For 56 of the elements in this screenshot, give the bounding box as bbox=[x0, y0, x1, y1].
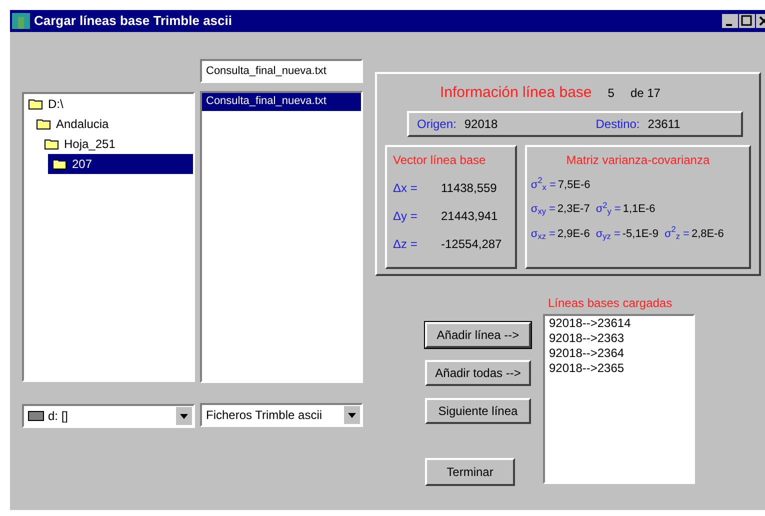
origin-label: Origen: bbox=[417, 116, 456, 132]
folder-icon bbox=[36, 118, 52, 130]
line-index: 5 bbox=[608, 85, 614, 102]
sigma-symbol: σ$^{2}$$_{z}$ = bbox=[664, 226, 690, 242]
app-icon bbox=[12, 13, 30, 29]
folder-tree[interactable]: D:\ Andalucia Hoja_251 207 bbox=[22, 92, 195, 382]
loaded-lines-title: Líneas bases cargadas bbox=[548, 295, 674, 312]
loaded-line-item[interactable]: 92018-->2364 bbox=[549, 346, 689, 361]
matrix-value: 2,3E-7 bbox=[557, 202, 590, 217]
action-button[interactable]: Añadir todas --> bbox=[425, 360, 531, 386]
drive-select[interactable]: d: [] bbox=[22, 404, 195, 428]
line-count: de 17 bbox=[630, 85, 660, 102]
vector-label: Δz = bbox=[393, 236, 418, 252]
loaded-lines-list[interactable]: 92018-->23614 92018-->2363 92018-->2364 92018-->2365 bbox=[543, 314, 695, 484]
loaded-line-item[interactable]: 92018-->23614 bbox=[549, 316, 689, 331]
tree-item[interactable]: D:\ bbox=[24, 94, 193, 114]
vector-value: 11438,559 bbox=[441, 180, 497, 196]
file-item[interactable]: Consulta_final_nueva.txt bbox=[202, 93, 361, 111]
file-list[interactable]: Consulta_final_nueva.txt bbox=[200, 91, 363, 383]
vector-value: -12554,287 bbox=[441, 236, 502, 252]
matrix-value: 7,5E-6 bbox=[558, 178, 590, 192]
matrix-title: Matriz varianza-covarianza bbox=[565, 152, 711, 168]
sigma-symbol: σ$^{2}$$_{x}$ = bbox=[530, 176, 556, 193]
finish-button[interactable]: Terminar bbox=[425, 458, 515, 486]
sigma-symbol: σ$_{xz}$ = bbox=[530, 226, 556, 242]
vector-value: 21443,941 bbox=[441, 208, 498, 224]
drive-icon bbox=[28, 411, 44, 421]
maximize-icon[interactable] bbox=[739, 14, 755, 28]
folder-icon bbox=[44, 138, 60, 150]
minimize-icon[interactable] bbox=[722, 14, 738, 28]
file-name-field[interactable]: Consulta_final_nueva.txt bbox=[200, 59, 363, 83]
loaded-line-item[interactable]: 92018-->2365 bbox=[549, 361, 689, 376]
matrix-value: 2,8E-6 bbox=[691, 226, 724, 242]
tree-item[interactable]: Andalucia bbox=[32, 114, 193, 134]
vector-title: Vector línea base bbox=[393, 152, 487, 168]
loaded-line-item[interactable]: 92018-->2363 bbox=[549, 331, 689, 346]
matrix-value: 1,1E-6 bbox=[622, 202, 656, 217]
tree-item[interactable]: 207 bbox=[48, 154, 193, 174]
tree-item[interactable]: Hoja_251 bbox=[40, 134, 193, 154]
matrix-value: -5,1E-9 bbox=[622, 226, 658, 242]
file-type-select[interactable]: Ficheros Trimble ascii bbox=[200, 403, 363, 427]
sigma-symbol: σ$_{yz}$ = bbox=[596, 226, 620, 242]
window-title: Cargar líneas base Trimble ascii bbox=[34, 12, 233, 30]
vector-label: Δx = bbox=[393, 180, 418, 196]
info-title: Información línea base bbox=[440, 83, 592, 103]
origin-value: 92018 bbox=[464, 116, 498, 132]
destination-label: Destino: bbox=[596, 116, 640, 132]
matrix-value: 2,9E-6 bbox=[557, 226, 590, 242]
folder-icon bbox=[28, 98, 44, 110]
vector-label: Δy = bbox=[393, 208, 418, 224]
destination-value: 23611 bbox=[648, 116, 680, 132]
action-button[interactable]: Siguiente línea bbox=[425, 398, 531, 424]
action-button[interactable]: Añadir línea --> bbox=[425, 322, 531, 348]
sigma-symbol: σ$_{xy}$ = bbox=[530, 202, 556, 218]
folder-icon bbox=[52, 158, 68, 170]
sigma-symbol: σ$^{2}$$_{y}$ = bbox=[596, 201, 621, 218]
